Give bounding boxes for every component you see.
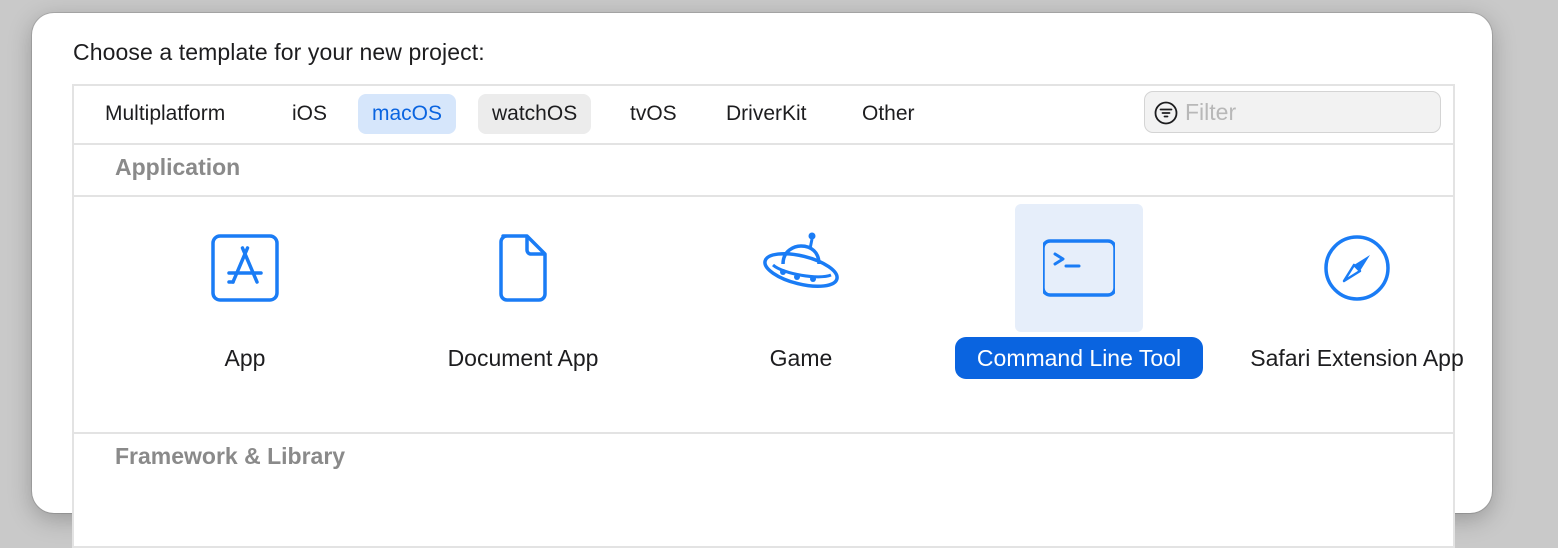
template-label: Document App [447,345,599,371]
template-label: Game [769,345,833,371]
tab-macos[interactable]: macOS [358,94,457,134]
tab-multiplatform[interactable]: Multiplatform [91,94,239,134]
template-chooser-panel: Multiplatform iOS macOS watchOS tvOS Dri… [72,84,1464,548]
template-grid: App Document App Game Command Line Tool … [74,197,1464,432]
template-label: App [224,345,266,371]
template-label: Command Line Tool [955,337,1203,379]
section-header-framework-library: Framework & Library [74,432,1453,484]
filter-input[interactable] [1185,96,1430,128]
template-app[interactable]: App [106,197,384,432]
tab-ios[interactable]: iOS [278,94,341,134]
template-icon-container [459,204,587,332]
tab-tvos[interactable]: tvOS [616,94,691,134]
template-game[interactable]: Game [662,197,940,432]
template-icon-container [737,204,865,332]
template-icon-container [1293,204,1421,332]
platform-tab-bar: Multiplatform iOS macOS watchOS tvOS Dri… [74,86,1453,145]
sheet-prompt: Choose a template for your new project: [73,39,485,65]
document-icon [499,234,547,302]
filter-icon [1154,101,1178,125]
section-title: Framework & Library [115,443,346,469]
filter-field[interactable] [1144,91,1441,133]
template-safari-extension-app[interactable]: Safari Extension App [1218,197,1496,432]
template-command-line-tool[interactable]: Command Line Tool [940,197,1218,432]
section-header-application: Application [74,145,1453,197]
tab-watchos[interactable]: watchOS [478,94,592,134]
template-icon-container [1015,204,1143,332]
tab-driverkit[interactable]: DriverKit [712,94,821,134]
template-label: Safari Extension App [1250,345,1464,371]
tab-other[interactable]: Other [848,94,929,134]
section-title: Application [115,154,241,180]
app-store-icon [211,234,279,302]
new-project-sheet: Choose a template for your new project: … [32,13,1492,548]
safari-compass-icon [1324,235,1390,301]
template-document-app[interactable]: Document App [384,197,662,432]
template-icon-container [181,204,309,332]
game-ufo-icon [763,232,839,289]
terminal-icon [1043,239,1115,297]
